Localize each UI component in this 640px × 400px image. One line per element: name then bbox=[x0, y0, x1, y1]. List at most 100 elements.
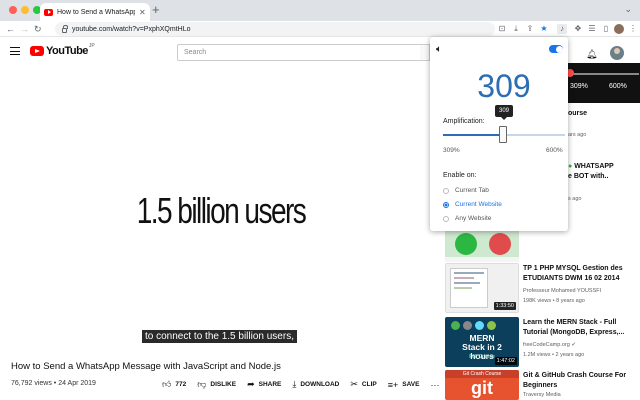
radio-current-website[interactable] bbox=[443, 201, 449, 208]
sidebar-video-item[interactable]: MERN Stack in 2 hours Full Course 1:47:0… bbox=[445, 317, 640, 367]
save-button[interactable]: ≡+ SAVE bbox=[388, 380, 420, 390]
video-actions: 👍︎ 772 👎︎ DISLIKE ➦ SHARE ⤓ DOWNLOAD ✂ C… bbox=[162, 379, 454, 390]
sidebar-partial-title: e BOT with.. bbox=[568, 173, 609, 180]
sidebar-video-item[interactable]: Git Crash Course git Git & GitHub Crash … bbox=[445, 370, 640, 400]
volume-booster-popup: 🔈︎ 309 309 Amplification: 309% 600% Enab… bbox=[430, 37, 568, 231]
amplification-value: 309 bbox=[477, 68, 531, 104]
like-button[interactable]: 👍︎ 772 bbox=[162, 379, 186, 390]
green-circle-icon: ● bbox=[568, 163, 573, 170]
verified-icon: ✔ bbox=[571, 342, 576, 348]
download-button[interactable]: ⤓ DOWNLOAD bbox=[292, 379, 339, 390]
user-avatar[interactable] bbox=[610, 46, 624, 60]
sidebar-thumbnail[interactable] bbox=[445, 231, 519, 257]
sidebar-views: 1.2M views • 2 years ago bbox=[523, 352, 585, 358]
strip-track bbox=[569, 73, 639, 75]
sidebar-thumbnail: Git Crash Course git bbox=[445, 370, 519, 400]
option-label: Current Tab bbox=[455, 187, 489, 194]
sidebar-video-title: Learn the MERN Stack - Full Tutorial (Mo… bbox=[523, 319, 625, 336]
thumb-subtitle: Git Crash Course bbox=[445, 370, 519, 378]
browser-toolbar: ← → ↻ youtube.com/watch?v=PxphXQmtHLo ⊡ … bbox=[0, 21, 640, 37]
enable-on-label: Enable on: bbox=[443, 172, 477, 179]
option-current-website[interactable]: Current Website bbox=[443, 201, 502, 208]
dislike-button[interactable]: 👎︎ DISLIKE bbox=[197, 379, 236, 390]
download-label: DOWNLOAD bbox=[300, 381, 340, 388]
back-icon[interactable]: ← bbox=[6, 22, 15, 36]
tab-title: How to Send a WhatsApp Message bbox=[57, 8, 135, 16]
video-meta: 76,792 views • 24 Apr 2019 bbox=[11, 380, 96, 387]
radio-current-tab[interactable] bbox=[443, 187, 449, 194]
whatsapp-logo-icon bbox=[455, 233, 477, 255]
share-button[interactable]: ➦ SHARE bbox=[247, 379, 281, 390]
menu-icon[interactable] bbox=[10, 47, 20, 55]
volume-booster-extension-icon[interactable]: ♪ bbox=[557, 24, 567, 34]
reading-list-icon[interactable]: ☰ bbox=[587, 24, 597, 34]
amplification-slider-handle[interactable] bbox=[499, 126, 508, 143]
thumbs-down-icon: 👎︎ bbox=[197, 379, 207, 389]
address-bar[interactable]: youtube.com/watch?v=PxphXQmtHLo bbox=[55, 22, 495, 36]
video-duration: 1:47:02 bbox=[494, 357, 517, 365]
range-max-label: 600% bbox=[546, 147, 563, 154]
browser-tab[interactable]: How to Send a WhatsApp Message ✕ bbox=[40, 3, 150, 21]
enable-toggle[interactable] bbox=[549, 45, 563, 53]
more-actions-button[interactable]: ··· bbox=[430, 380, 443, 390]
subtitle-caption: to connect to the 1.5 billion users, bbox=[142, 330, 297, 343]
youtube-logo[interactable]: YouTube JP bbox=[30, 43, 95, 57]
chrome-menu-icon[interactable]: ⋮ bbox=[628, 24, 638, 34]
save-label: SAVE bbox=[402, 381, 420, 388]
new-tab-button[interactable]: + bbox=[152, 3, 160, 17]
url-text: youtube.com/watch?v=PxphXQmtHLo bbox=[72, 25, 191, 33]
range-min-label: 309% bbox=[443, 147, 460, 154]
search-input[interactable]: Search bbox=[177, 44, 429, 61]
sidebar-channel: Traversy Media bbox=[523, 392, 561, 398]
amplification-slider-fill bbox=[443, 134, 504, 136]
sidebar-video-title: TP 1 PHP MYSQL Gestion des ETUDIANTS DWM… bbox=[523, 265, 623, 282]
browser-tab-strip: How to Send a WhatsApp Message ✕ + ⌄ bbox=[0, 0, 640, 21]
notifications-bell-icon[interactable]: 🔔︎ bbox=[586, 49, 597, 60]
clip-icon: ✂ bbox=[350, 379, 358, 389]
extensions-puzzle-icon[interactable]: ✥ bbox=[573, 24, 583, 34]
reload-icon[interactable]: ↻ bbox=[34, 22, 42, 36]
minimize-window-button[interactable] bbox=[21, 6, 29, 14]
sidebar-partial-meta: s ago bbox=[568, 196, 582, 202]
sidebar-thumbnail: 1:33:50 bbox=[445, 263, 519, 313]
video-player[interactable]: 1.5 billion users bbox=[11, 80, 431, 350]
sidebar-partial-meta: ars ago bbox=[568, 132, 587, 138]
sidebar-channel: Professeur Mohamed YOUSSFI bbox=[523, 288, 602, 294]
share-icon: ➦ bbox=[247, 379, 255, 389]
download-status-icon[interactable]: ⤓ bbox=[511, 24, 521, 34]
tech-logos bbox=[451, 321, 496, 330]
radio-any-website[interactable] bbox=[443, 215, 449, 222]
forward-icon[interactable]: → bbox=[20, 22, 29, 36]
lock-icon bbox=[62, 24, 68, 33]
option-current-tab[interactable]: Current Tab bbox=[443, 187, 489, 194]
slider-tooltip: 309 bbox=[495, 105, 514, 120]
logo-text: YouTube bbox=[46, 45, 88, 57]
sidebar-video-item[interactable]: 1:33:50 TP 1 PHP MYSQL Gestion des ETUDI… bbox=[445, 263, 640, 313]
amplification-label: Amplification: bbox=[443, 118, 485, 125]
code-screenshot bbox=[450, 268, 488, 308]
share-page-icon[interactable]: ⇪ bbox=[525, 24, 535, 34]
sidebar-partial-title: ourse bbox=[568, 110, 588, 117]
bookmark-star-icon[interactable]: ★ bbox=[539, 24, 549, 34]
more-horizontal-icon: ··· bbox=[430, 379, 440, 390]
video-title: How to Send a WhatsApp Message with Java… bbox=[11, 361, 281, 372]
option-any-website[interactable]: Any Website bbox=[443, 215, 491, 222]
slide-text: 1.5 billion users bbox=[136, 190, 307, 231]
profile-avatar[interactable] bbox=[614, 24, 624, 34]
translate-icon[interactable]: ⊡ bbox=[497, 24, 507, 34]
sidebar-views: 198K views • 8 years ago bbox=[523, 298, 585, 304]
close-window-button[interactable] bbox=[9, 6, 17, 14]
mute-speaker-icon[interactable]: 🔈︎ bbox=[436, 44, 442, 55]
search-button[interactable] bbox=[420, 44, 430, 61]
download-icon: ⤓ bbox=[292, 379, 297, 389]
side-panel-icon[interactable]: ▯ bbox=[601, 24, 611, 34]
option-label: Any Website bbox=[455, 215, 492, 222]
option-label: Current Website bbox=[455, 201, 502, 208]
tab-close-icon[interactable]: ✕ bbox=[139, 8, 146, 17]
youtube-play-icon bbox=[30, 46, 44, 56]
clip-button[interactable]: ✂ CLIP bbox=[350, 379, 376, 390]
strip-right-label: 600% bbox=[609, 83, 627, 90]
sidebar-thumbnail: MERN Stack in 2 hours Full Course 1:47:0… bbox=[445, 317, 519, 367]
save-icon: ≡+ bbox=[387, 379, 399, 390]
tab-search-icon[interactable]: ⌄ bbox=[624, 4, 632, 15]
